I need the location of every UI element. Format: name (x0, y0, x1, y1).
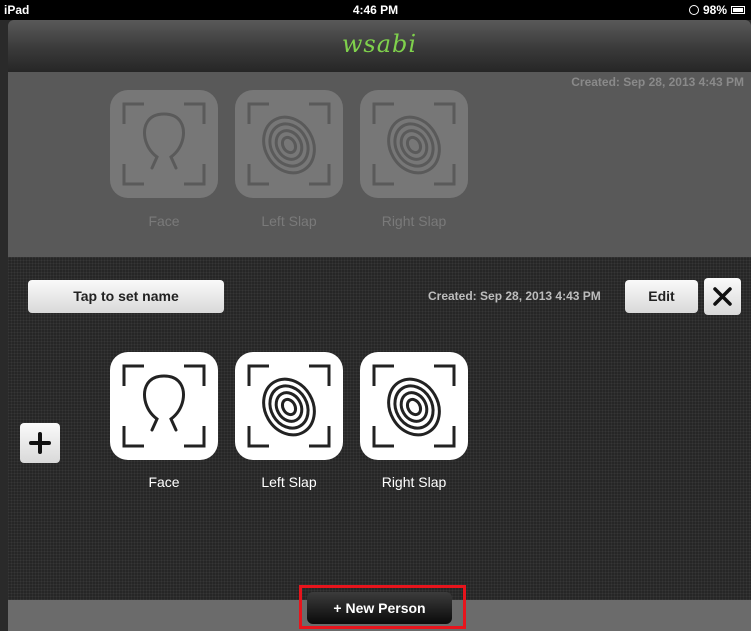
status-right: 98% (688, 3, 745, 17)
created-timestamp: Created: Sep 28, 2013 4:43 PM (428, 289, 601, 303)
right-slap-tile[interactable] (360, 352, 468, 460)
set-name-button[interactable]: Tap to set name (28, 280, 224, 313)
fingerprint-icon (247, 102, 331, 186)
left-slap-tile[interactable] (235, 352, 343, 460)
face-label: Face (148, 474, 180, 490)
left-slap-label: Left Slap (261, 213, 317, 229)
clock: 4:46 PM (352, 3, 399, 17)
created-timestamp: Created: Sep 28, 2013 4:43 PM (571, 75, 744, 89)
fingerprint-icon (372, 364, 456, 448)
face-label: Face (148, 213, 180, 229)
left-slap-label: Left Slap (261, 474, 317, 490)
nav-bar: wsabi (8, 20, 751, 72)
delete-button[interactable] (704, 278, 741, 315)
rotation-lock-icon (688, 5, 699, 15)
edit-button[interactable]: Edit (625, 280, 698, 313)
face-icon (122, 364, 206, 448)
person-record-collapsed[interactable]: Created: Sep 28, 2013 4:43 PM Face Left … (8, 72, 751, 257)
status-bar: iPad 4:46 PM 98% (0, 0, 751, 20)
highlight-box (299, 585, 466, 629)
right-slap-label: Right Slap (381, 474, 447, 490)
right-slap-tile[interactable] (360, 90, 468, 198)
battery-icon (731, 6, 745, 14)
app-title: wsabi (341, 30, 418, 58)
right-slap-label: Right Slap (381, 213, 447, 229)
face-tile[interactable] (110, 352, 218, 460)
close-icon (713, 287, 732, 306)
face-icon (122, 102, 206, 186)
add-modality-button[interactable] (20, 423, 60, 463)
plus-icon (29, 432, 51, 454)
fingerprint-icon (372, 102, 456, 186)
face-tile[interactable] (110, 90, 218, 198)
person-record-active: Tap to set name Created: Sep 28, 2013 4:… (8, 257, 751, 600)
left-slap-tile[interactable] (235, 90, 343, 198)
fingerprint-icon (247, 364, 331, 448)
battery-percent: 98% (702, 3, 727, 17)
